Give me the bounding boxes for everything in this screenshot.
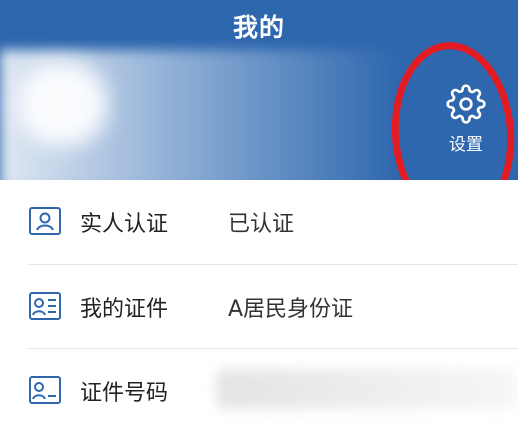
- info-list: 实人认证 已认证 我的证件 A居民身份证 证件号码: [0, 180, 518, 422]
- avatar[interactable]: [18, 62, 108, 146]
- id-card-number-icon: [29, 376, 61, 404]
- row-my-documents[interactable]: 我的证件 A居民身份证: [0, 265, 518, 349]
- row-label: 证件号码: [80, 381, 169, 406]
- row-value: A居民身份证: [228, 297, 354, 322]
- page-title: 我的: [232, 13, 285, 42]
- id-card-list-icon: [29, 292, 61, 320]
- row-real-person-auth[interactable]: 实人认证 已认证: [0, 180, 518, 264]
- row-label: 实人认证: [80, 212, 169, 237]
- row-value: 已认证: [228, 212, 295, 237]
- document-number-blurred: [216, 369, 516, 409]
- row-label: 我的证件: [80, 297, 169, 322]
- id-card-icon: [29, 207, 61, 235]
- row-document-number[interactable]: 证件号码: [0, 349, 518, 433]
